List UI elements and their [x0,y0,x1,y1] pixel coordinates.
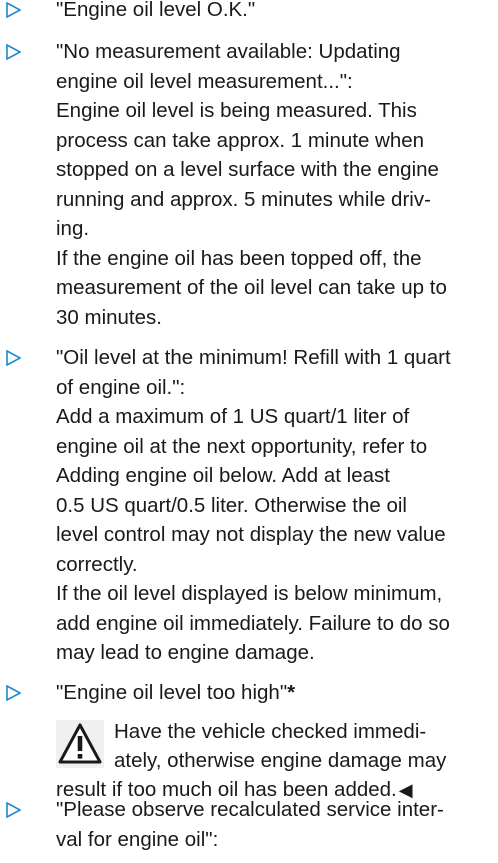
item-label: "Engine oil level too high" [56,681,288,704]
item-text: "Oil level at the minimum! Refill with 1… [56,343,496,668]
text-line: of engine oil.": [56,375,186,399]
text-line: running and approx. 5 minutes while driv… [56,187,431,211]
text-line: If the oil level displayed is below mini… [56,582,443,605]
text-line: "Engine oil level O.K." [56,0,256,21]
text-line: Add a maximum of 1 US quart/1 liter of [56,405,410,428]
text-line: engine oil at the next opportunity, refe… [56,434,428,458]
text-line: "No measurement available: Updating [56,40,401,63]
warning-text-line: Have the vehicle checked immedi- [114,720,427,743]
warning-text-line: ately, otherwise engine damage may [114,749,447,772]
item-text: "Please observe recalculated service int… [56,795,496,854]
text-line: "Engine oil level too high"* [56,678,496,708]
text-line: level control may not display the new va… [56,523,446,546]
item-text: "Engine oil level too high"* [56,678,496,708]
bullet-arrow-icon [5,685,21,701]
text-line: correctly. [56,552,138,576]
text-line: process can take approx. 1 minute when [56,128,425,152]
bullet-arrow-icon [5,44,21,60]
text-line: engine oil level measurement...": [56,69,353,93]
text-line: stopped on a level surface with the engi… [56,158,439,181]
text-line: "Oil level at the minimum! Refill with 1… [56,346,451,369]
item-text: "No measurement available: Updating engi… [56,37,496,332]
text-line: may lead to engine damage. [56,641,315,664]
item-text: "Engine oil level O.K." [56,0,496,25]
warning-triangle-icon [56,720,104,768]
optional-equipment-star: * [287,681,296,704]
bullet-arrow-icon [5,802,21,818]
text-line: Adding engine oil below. Add at least [56,464,390,487]
text-line: 0.5 US quart/0.5 liter. Otherwise the oi… [56,493,407,517]
text-line: "Please observe recalculated service int… [56,798,444,821]
text-line: 30 minutes. [56,305,162,329]
text-line: If the engine oil has been topped off, t… [56,246,422,270]
text-line: val for engine oil": [56,827,219,851]
bullet-arrow-icon [5,2,21,18]
text-line: Engine oil level is being measured. This [56,99,417,122]
text-line: add engine oil immediately. Failure to d… [56,611,450,635]
text-line: measurement of the oil level can take up… [56,276,447,299]
text-line: ing. [56,217,90,240]
bullet-arrow-icon [5,350,21,366]
